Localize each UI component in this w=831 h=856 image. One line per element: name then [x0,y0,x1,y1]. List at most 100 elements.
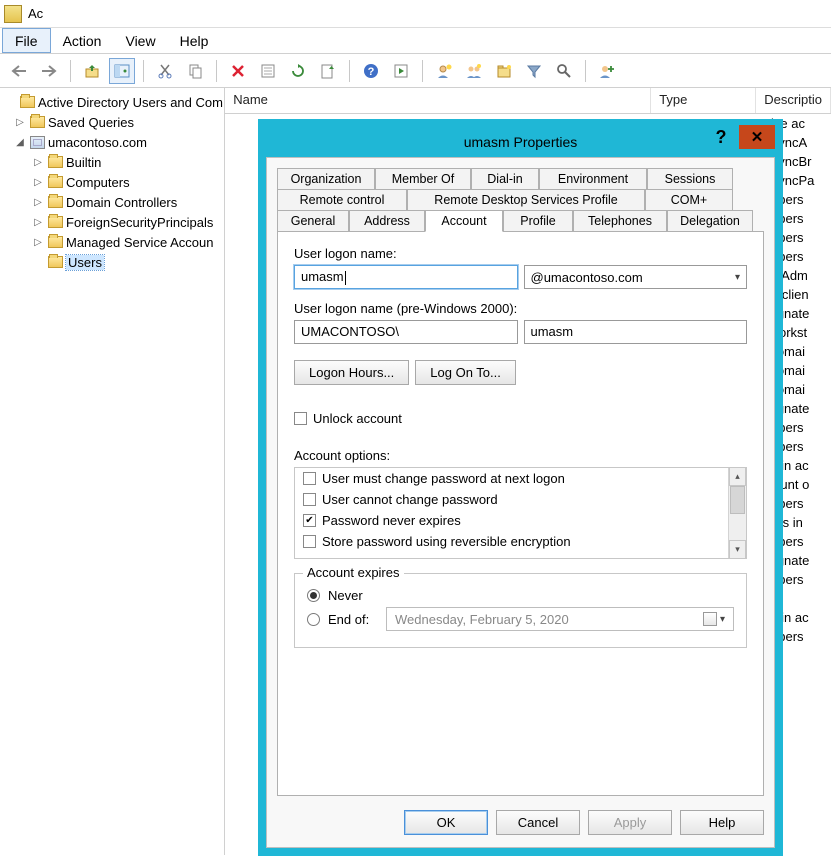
expires-date-picker[interactable]: Wednesday, February 5, 2020 ▾ [386,607,734,631]
scroll-down-icon[interactable]: ▾ [729,540,746,558]
radio-off-icon [307,613,320,626]
tab-sessions[interactable]: Sessions [647,168,733,189]
tree-item-managed-service-accoun[interactable]: ▷ Managed Service Accoun [0,232,224,252]
folder-icon [29,114,45,130]
tab-dial-in[interactable]: Dial-in [471,168,539,189]
pre2k-domain-input[interactable]: UMACONTOSO\ [294,320,518,344]
new-group-button[interactable] [461,58,487,84]
tab-general[interactable]: General [277,210,349,232]
account-option[interactable]: User must change password at next logon [295,468,728,489]
dialog-title: umasm Properties [464,134,578,150]
window-titlebar: Ac [0,0,831,28]
dialog-footer: OK Cancel Apply Help [277,810,764,835]
ok-button[interactable]: OK [404,810,488,835]
tab-member-of[interactable]: Member Of [375,168,471,189]
menu-help[interactable]: Help [168,28,221,53]
dialog-help-button[interactable]: ? [703,125,739,149]
tab-telephones[interactable]: Telephones [573,210,667,232]
radio-on-icon [307,589,320,602]
scroll-up-icon[interactable]: ▴ [729,468,746,486]
logon-name-input[interactable]: umasm [294,265,518,289]
logon-hours-button[interactable]: Logon Hours... [294,360,409,385]
expires-endof-radio[interactable]: End of: Wednesday, February 5, 2020 ▾ [307,607,734,631]
expand-icon[interactable]: ▷ [32,217,44,228]
properties-button[interactable] [255,58,281,84]
expand-icon[interactable]: ▷ [32,237,44,248]
pre2k-label: User logon name (pre-Windows 2000): [294,301,747,316]
tree-item-builtin[interactable]: ▷ Builtin [0,152,224,172]
dialog-titlebar[interactable]: umasm Properties ? ✕ [266,127,775,157]
aduc-icon [19,94,35,110]
app-title: Ac [28,6,43,21]
show-hide-tree-button[interactable] [109,58,135,84]
pre2k-user-input[interactable]: umasm [524,320,748,344]
chevron-down-icon: ▾ [735,272,740,283]
tab-organization[interactable]: Organization [277,168,375,189]
tree-pane[interactable]: Active Directory Users and Com ▷ Saved Q… [0,88,225,855]
folder-icon [47,154,63,170]
menu-action[interactable]: Action [51,28,114,53]
up-level-button[interactable] [79,58,105,84]
tree-domain[interactable]: ◢ umacontoso.com [0,132,224,152]
tab-remote-desktop-services-profile[interactable]: Remote Desktop Services Profile [407,189,645,210]
filter-button[interactable] [521,58,547,84]
tab-profile[interactable]: Profile [503,210,573,232]
collapse-icon[interactable]: ◢ [14,137,26,148]
expand-icon[interactable]: ▷ [32,197,44,208]
expand-icon[interactable]: ▷ [32,157,44,168]
tree-saved-queries[interactable]: ▷ Saved Queries [0,112,224,132]
tab-account[interactable]: Account [425,210,503,232]
properties-dialog: umasm Properties ? ✕ OrganizationMember … [258,119,783,856]
cut-button[interactable] [152,58,178,84]
new-user-button[interactable] [431,58,457,84]
account-options-list[interactable]: User must change password at next logon … [294,467,747,559]
nav-back-button[interactable] [6,58,32,84]
delete-button[interactable] [225,58,251,84]
list-header: Name Type Descriptio [225,88,831,114]
tab-com-[interactable]: COM+ [645,189,733,210]
column-type[interactable]: Type [651,88,756,113]
expand-icon[interactable]: ▷ [14,117,26,128]
help-button[interactable]: Help [680,810,764,835]
dialog-close-button[interactable]: ✕ [739,125,775,149]
upn-suffix-select[interactable]: @umacontoso.com ▾ [524,265,748,289]
tree-item-computers[interactable]: ▷ Computers [0,172,224,192]
add-to-group-button[interactable] [594,58,620,84]
tree-root[interactable]: Active Directory Users and Com [0,92,224,112]
menu-file[interactable]: File [2,28,51,53]
menu-view[interactable]: View [113,28,167,53]
expires-never-radio[interactable]: Never [307,588,734,603]
tab-delegation[interactable]: Delegation [667,210,753,232]
chevron-down-icon: ▾ [720,614,725,625]
expand-icon[interactable]: ▷ [32,177,44,188]
log-on-to-button[interactable]: Log On To... [415,360,516,385]
column-name[interactable]: Name [225,88,651,113]
unlock-account-checkbox[interactable]: Unlock account [294,411,747,426]
folder-icon [47,234,63,250]
checkbox-icon [303,493,316,506]
find-button[interactable] [551,58,577,84]
tree-item-users[interactable]: Users [0,252,224,272]
nav-forward-button[interactable] [36,58,62,84]
copy-button[interactable] [182,58,208,84]
account-option[interactable]: Store password using reversible encrypti… [295,531,728,552]
tab-environment[interactable]: Environment [539,168,647,189]
tab-remote-control[interactable]: Remote control [277,189,407,210]
new-ou-button[interactable] [491,58,517,84]
checkbox-icon [303,535,316,548]
account-option[interactable]: ✔ Password never expires [295,510,728,531]
menubar: File Action View Help [0,28,831,54]
run-button[interactable] [388,58,414,84]
column-description[interactable]: Descriptio [756,88,831,113]
export-list-button[interactable] [315,58,341,84]
refresh-button[interactable] [285,58,311,84]
apply-button[interactable]: Apply [588,810,672,835]
help-button[interactable]: ? [358,58,384,84]
tree-item-domain-controllers[interactable]: ▷ Domain Controllers [0,192,224,212]
cancel-button[interactable]: Cancel [496,810,580,835]
tree-item-foreignsecurityprincipals[interactable]: ▷ ForeignSecurityPrincipals [0,212,224,232]
tab-address[interactable]: Address [349,210,425,232]
options-scrollbar[interactable]: ▴ ▾ [728,468,746,558]
account-option[interactable]: User cannot change password [295,489,728,510]
scroll-thumb[interactable] [730,486,745,514]
